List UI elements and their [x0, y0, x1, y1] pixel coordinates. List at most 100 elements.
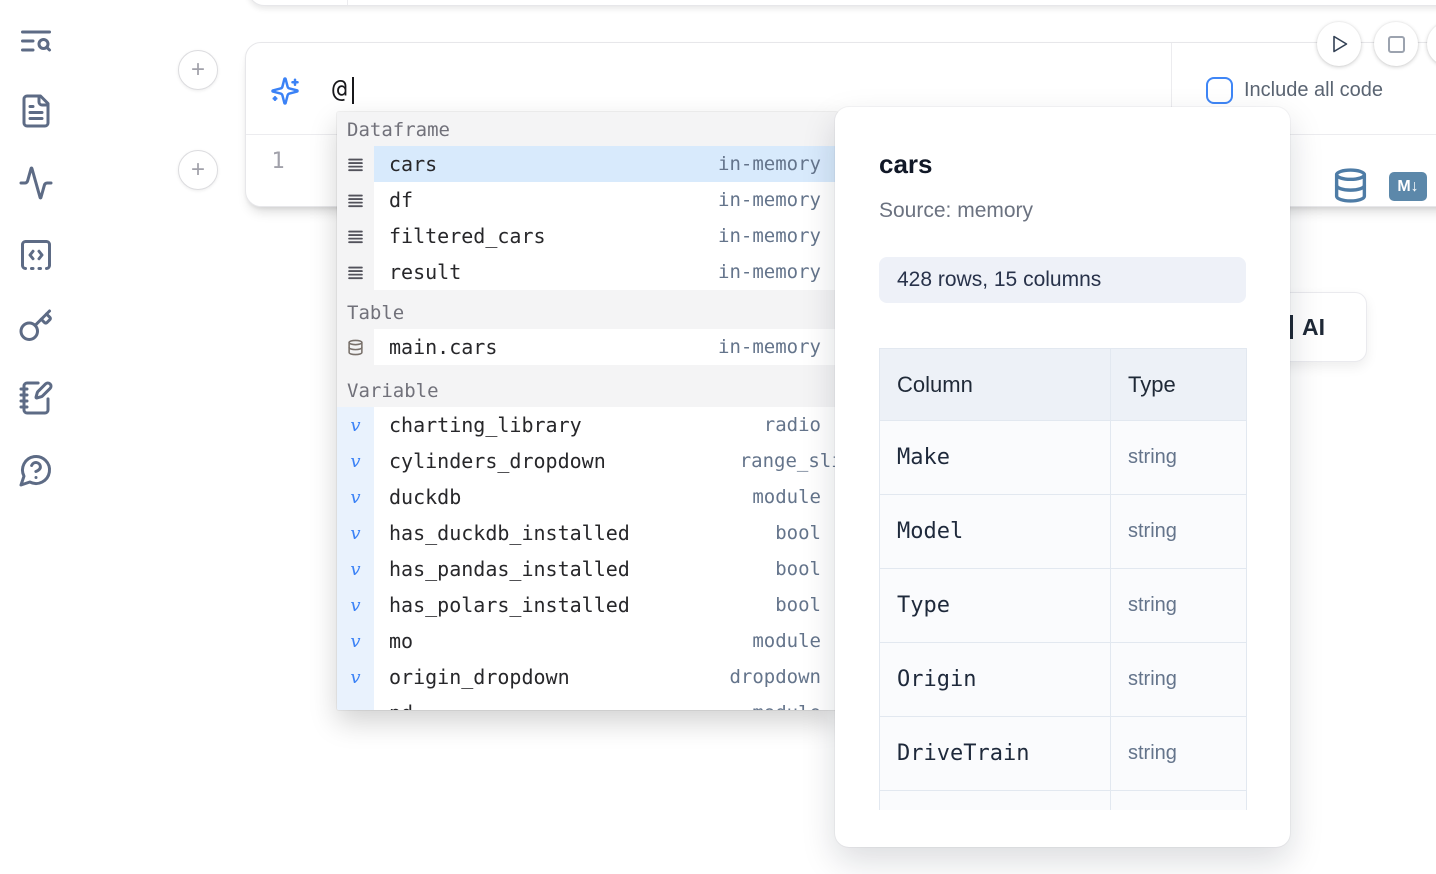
text-search-icon[interactable] [18, 23, 54, 59]
autocomplete-section-header: Variable [337, 365, 838, 407]
autocomplete-item-type: module [752, 702, 838, 710]
autocomplete-dropdown: Dataframecarsin-memorydfin-memoryfiltere… [337, 112, 838, 710]
markdown-icon[interactable]: M↓ [1389, 172, 1427, 201]
autocomplete-item-type: in-memory [718, 336, 838, 358]
autocomplete-item-name: filtered_cars [374, 224, 546, 248]
text-cursor [352, 77, 354, 104]
line-number: 1 [262, 149, 294, 174]
variable-icon: v [337, 587, 374, 623]
file-text-icon[interactable] [18, 93, 54, 129]
autocomplete-item-name: duckdb [374, 485, 461, 509]
autocomplete-item-type: bool [775, 522, 838, 544]
autocomplete-item-content: pd module [374, 695, 838, 710]
run-cell-button[interactable] [1317, 22, 1361, 66]
variable-icon: v [337, 407, 374, 443]
column-type-cell: string [1111, 643, 1246, 716]
autocomplete-item[interactable]: v pd module [337, 695, 838, 710]
autocomplete-item-name: origin_dropdown [374, 665, 570, 689]
dataframe-preview-panel: cars Source: memory 428 rows, 15 columns… [835, 107, 1290, 847]
sparkles-icon [270, 76, 300, 106]
key-icon[interactable] [18, 308, 54, 344]
variable-icon: v [350, 703, 360, 711]
table-header-row: ColumnType [880, 349, 1246, 420]
cell-gutter-divider [347, 0, 348, 5]
autocomplete-item[interactable]: vmo module [337, 623, 838, 659]
autocomplete-item-content: mo module [374, 623, 838, 659]
autocomplete-item-content: cylinders_dropdown range_slider [374, 443, 838, 479]
database-icon[interactable] [1332, 167, 1369, 204]
autocomplete-item-name: pd [374, 701, 413, 710]
autocomplete-section-header: Table [337, 290, 838, 329]
column-name-cell [880, 791, 1111, 810]
help-chat-icon[interactable] [18, 452, 54, 488]
include-all-code-checkbox[interactable] [1206, 77, 1233, 104]
variable-icon: v [337, 479, 374, 515]
autocomplete-item-name: df [374, 188, 413, 212]
autocomplete-item-content: has_duckdb_installedbool [374, 515, 838, 551]
autocomplete-item[interactable]: vhas_pandas_installedbool [337, 551, 838, 587]
notebook-pen-icon[interactable] [18, 380, 54, 416]
autocomplete-item[interactable]: df in-memory [337, 182, 838, 218]
autocomplete-item-type: in-memory [718, 153, 838, 175]
autocomplete-item[interactable]: main.cars in-memory [337, 329, 838, 365]
autocomplete-item-name: result [374, 260, 461, 284]
autocomplete-item-content: filtered_cars in-memory [374, 218, 838, 254]
autocomplete-item-type: module [752, 486, 838, 508]
autocomplete-item-type: range_slider [740, 450, 838, 472]
autocomplete-item[interactable]: vcylinders_dropdownrange_slider [337, 443, 838, 479]
autocomplete-item-content: main.cars in-memory [374, 329, 838, 365]
rows-icon [337, 254, 374, 290]
table-row: Makestring [880, 420, 1246, 494]
table-row-partial [880, 790, 1246, 810]
autocomplete-item-name: cars [374, 152, 437, 176]
table-header-cell: Type [1111, 349, 1246, 420]
add-cell-button-bottom[interactable]: + [178, 150, 218, 190]
variable-icon: v [350, 487, 360, 508]
autocomplete-item-type: module [752, 630, 838, 652]
variable-icon: v [337, 659, 374, 695]
autocomplete-item-content: origin_dropdowndropdown [374, 659, 838, 695]
autocomplete-item-type: in-memory [718, 189, 838, 211]
autocomplete-item-content: df in-memory [374, 182, 838, 218]
activity-icon[interactable] [18, 165, 54, 201]
stop-button[interactable] [1374, 22, 1418, 66]
clipped-glyph [1290, 315, 1293, 339]
autocomplete-item[interactable]: resultin-memory [337, 254, 838, 290]
autocomplete-item-name: main.cars [374, 335, 497, 359]
autocomplete-item[interactable]: vhas_polars_installedbool [337, 587, 838, 623]
variable-icon: v [350, 559, 360, 580]
rows-icon [337, 146, 374, 182]
notebook-page: + + @ Include all code 1 M↓ AI Dataframe… [0, 0, 1436, 874]
autocomplete-item-type: radio [764, 414, 838, 436]
autocomplete-item-type: in-memory [718, 225, 838, 247]
autocomplete-item[interactable]: vduckdb module [337, 479, 838, 515]
table-row: DriveTrainstring [880, 716, 1246, 790]
autocomplete-item-content: cars in-memory [374, 146, 838, 182]
ai-prompt-input[interactable]: @ [332, 73, 347, 105]
autocomplete-item[interactable]: vcharting_library radio [337, 407, 838, 443]
autocomplete-item[interactable]: cars in-memory [337, 146, 838, 182]
variable-icon: v [350, 631, 360, 652]
previous-cell [248, 0, 1436, 6]
autocomplete-item[interactable]: v origin_dropdowndropdown [337, 659, 838, 695]
column-name-cell: Model [880, 495, 1111, 568]
include-all-code-label: Include all code [1244, 79, 1383, 102]
preview-title: cars [879, 149, 933, 180]
column-name-cell: Make [880, 421, 1111, 494]
autocomplete-item-name: charting_library [374, 413, 582, 437]
autocomplete-item-name: cylinders_dropdown [374, 449, 606, 473]
autocomplete-item-content: resultin-memory [374, 254, 838, 290]
stop-icon [1388, 36, 1405, 53]
autocomplete-item-name: mo [374, 629, 413, 653]
code-square-icon[interactable] [18, 237, 54, 273]
database-icon [337, 329, 374, 365]
autocomplete-item[interactable]: filtered_cars in-memory [337, 218, 838, 254]
column-type-cell: string [1111, 717, 1246, 790]
autocomplete-item-type: bool [775, 558, 838, 580]
autocomplete-item[interactable]: vhas_duckdb_installedbool [337, 515, 838, 551]
add-cell-button-top[interactable]: + [178, 50, 218, 90]
preview-shape-badge: 428 rows, 15 columns [879, 257, 1246, 303]
variable-icon: v [350, 667, 360, 688]
preview-schema-table[interactable]: ColumnTypeMakestringModel string Type strin… [879, 348, 1247, 810]
column-type-cell [1111, 791, 1246, 810]
